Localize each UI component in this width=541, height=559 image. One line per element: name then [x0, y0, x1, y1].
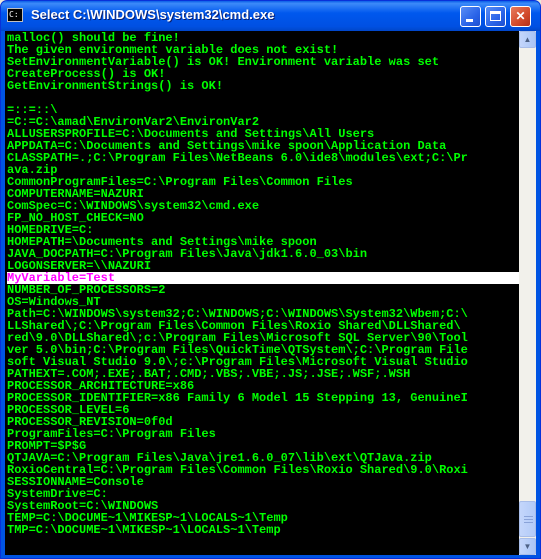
- arrow-up-icon: ▲: [523, 35, 532, 44]
- minimize-icon: [466, 19, 473, 22]
- title-bar[interactable]: C: Select C:\WINDOWS\system32\cmd.exe ✕: [1, 1, 540, 31]
- scroll-down-button[interactable]: ▼: [519, 538, 536, 555]
- scroll-up-button[interactable]: ▲: [519, 31, 536, 48]
- grip-icon: [524, 516, 533, 517]
- grip-icon: [524, 519, 533, 520]
- console-line: GetEnvironmentStrings() is OK!: [7, 79, 224, 93]
- console-output[interactable]: malloc() should be fine! The given enviro…: [5, 31, 519, 555]
- scroll-thumb[interactable]: [519, 501, 536, 537]
- cmd-icon[interactable]: C:: [7, 8, 23, 22]
- minimize-button[interactable]: [460, 6, 481, 27]
- arrow-down-icon: ▼: [523, 542, 532, 551]
- window-title: Select C:\WINDOWS\system32\cmd.exe: [31, 7, 275, 22]
- close-icon: ✕: [515, 9, 526, 23]
- close-button[interactable]: ✕: [510, 6, 531, 27]
- grip-icon: [524, 522, 533, 523]
- maximize-icon: [490, 11, 501, 21]
- vertical-scrollbar[interactable]: ▲ ▼: [519, 31, 536, 555]
- console-line: CLASSPATH=.;C:\Program Files\NetBeans 6.…: [7, 151, 468, 165]
- console-window: C: Select C:\WINDOWS\system32\cmd.exe ✕ …: [0, 0, 541, 559]
- console-lines: malloc() should be fine! The given enviro…: [5, 31, 519, 536]
- console-line: TMP=C:\DOCUME~1\MIKESP~1\LOCALS~1\Temp: [7, 523, 281, 537]
- maximize-button[interactable]: [485, 6, 506, 27]
